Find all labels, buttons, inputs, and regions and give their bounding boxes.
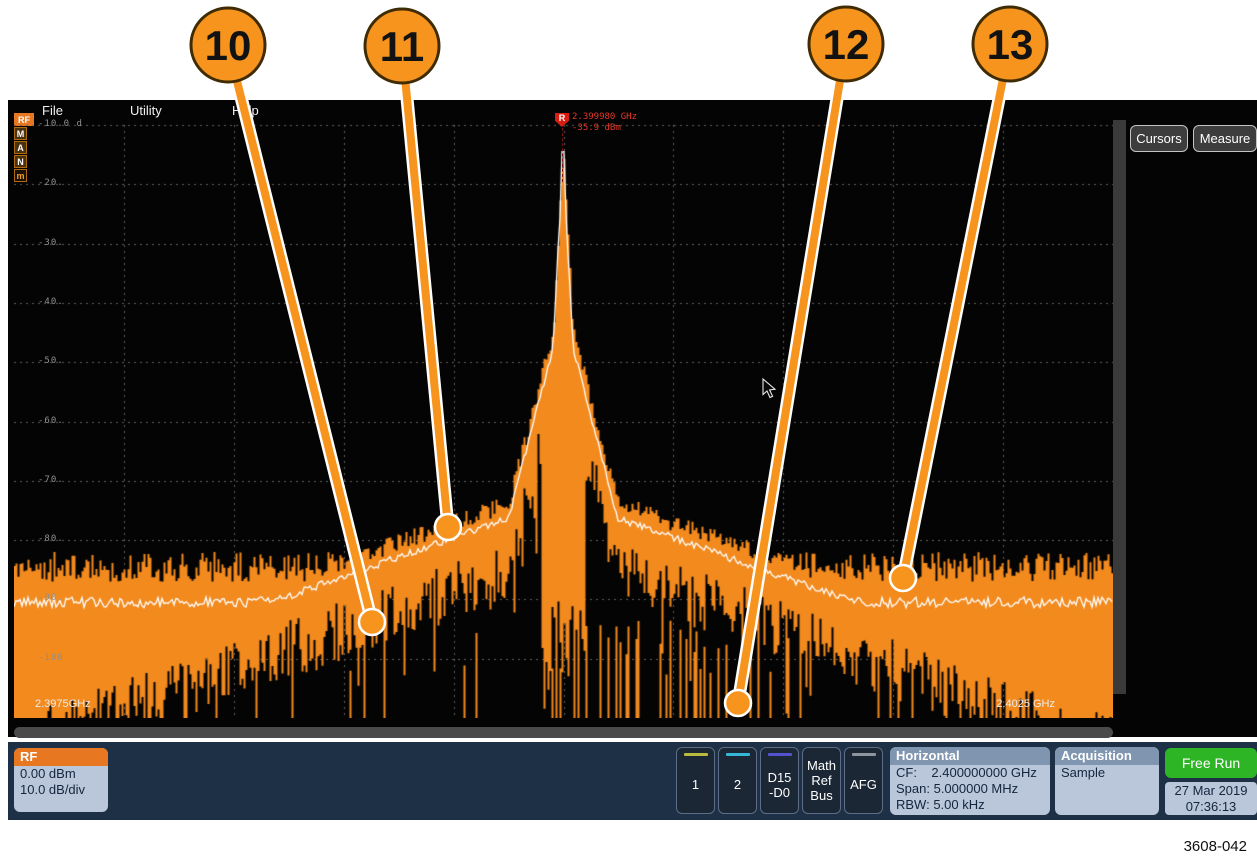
spectrum-canvas bbox=[14, 120, 1113, 718]
marker-readout: 2.399980 GHz -35.9 dBm bbox=[572, 112, 637, 134]
callout-number-12: 12 bbox=[823, 21, 870, 68]
y-axis-label: -10.0 d bbox=[38, 119, 83, 129]
y-axis-label: -60. bbox=[38, 416, 64, 426]
button-digital[interactable]: D15-D0 bbox=[760, 747, 799, 814]
callout-number-11: 11 bbox=[380, 23, 424, 70]
y-axis-label: -20. bbox=[38, 178, 64, 188]
rf-panel-title: RF bbox=[14, 748, 108, 766]
button-ch2[interactable]: 2 bbox=[718, 747, 757, 814]
mouse-cursor-icon bbox=[762, 378, 778, 399]
y-axis-label: -50. bbox=[38, 356, 64, 366]
button-ch1[interactable]: 1 bbox=[676, 747, 715, 814]
spectrum-graticule: -10.0 d -20. -30. -40. -50. -60. -70. -80. -90. -… bbox=[14, 120, 1113, 718]
channel-buttons: 12D15-D0MathRefBusAFG bbox=[676, 747, 883, 814]
y-axis-label: -70. bbox=[38, 475, 64, 485]
y-axis-label: -90. bbox=[38, 593, 64, 603]
rf-channel-panel[interactable]: RF 0.00 dBm 10.0 dB/div bbox=[14, 748, 108, 812]
rf-level: 0.00 dBm bbox=[14, 766, 108, 782]
marker-frequency: 2.399980 GHz bbox=[572, 112, 637, 122]
span: Span: 5.000000 MHz bbox=[890, 781, 1050, 797]
marker-level: -35.9 dBm bbox=[572, 123, 621, 133]
button-math-ref-bus[interactable]: MathRefBus bbox=[802, 747, 841, 814]
menu-file[interactable]: File bbox=[42, 103, 63, 118]
button-afg[interactable]: AFG bbox=[844, 747, 883, 814]
bottom-status-bar: RF 0.00 dBm 10.0 dB/div 12D15-D0MathRefB… bbox=[8, 742, 1257, 820]
horizontal-panel[interactable]: Horizontal CF: 2.400000000 GHz Span: 5.0… bbox=[890, 747, 1050, 815]
callout-number-13: 13 bbox=[987, 21, 1034, 68]
horizontal-panel-title: Horizontal bbox=[890, 747, 1050, 765]
callout-circle-12 bbox=[809, 7, 883, 81]
vertical-scrollbar[interactable] bbox=[1113, 120, 1126, 694]
y-axis-label: -80. bbox=[38, 534, 64, 544]
acquisition-panel[interactable]: Acquisition Sample bbox=[1055, 747, 1159, 815]
cursors-button[interactable]: Cursors bbox=[1130, 125, 1188, 152]
oscilloscope-screen: File Utility Help RFMANm -10.0 d-20.-30.… bbox=[8, 100, 1257, 737]
datetime-display: 27 Mar 201907:36:13 bbox=[1165, 782, 1257, 815]
acquisition-panel-title: Acquisition bbox=[1055, 747, 1159, 765]
y-axis-label: -30. bbox=[38, 238, 64, 248]
menu-help[interactable]: Help bbox=[232, 103, 259, 118]
center-frequency: CF: 2.400000000 GHz bbox=[890, 765, 1050, 781]
rbw: RBW: 5.00 kHz bbox=[890, 797, 1050, 813]
horizontal-scrollbar[interactable] bbox=[14, 727, 1113, 738]
callout-circle-13 bbox=[973, 7, 1047, 81]
callout-circle-10 bbox=[191, 8, 265, 82]
y-axis-label: -40. bbox=[38, 297, 64, 307]
rf-scale: 10.0 dB/div bbox=[14, 782, 108, 798]
acquisition-mode: Sample bbox=[1055, 765, 1159, 781]
callout-number-10: 10 bbox=[205, 22, 252, 69]
trace-indicator-icon bbox=[26, 698, 31, 708]
figure-number: 3608-042 bbox=[1184, 838, 1247, 855]
stop-frequency-label: 2.4025 GHz bbox=[996, 698, 1055, 710]
afg-label: AFG bbox=[845, 756, 882, 813]
menu-utility[interactable]: Utility bbox=[130, 103, 162, 118]
marker-reference-line bbox=[562, 128, 563, 182]
start-frequency-label: 2.3975GHz bbox=[26, 698, 91, 710]
digital-label: D15-D0 bbox=[761, 756, 798, 813]
callout-circle-11 bbox=[365, 9, 439, 83]
date-label: 27 Mar 2019 bbox=[1175, 783, 1248, 798]
measure-button[interactable]: Measure bbox=[1193, 125, 1257, 152]
y-axis-label: -100 bbox=[38, 653, 64, 663]
ch2-label: 2 bbox=[719, 756, 756, 813]
math-ref-bus-label: MathRefBus bbox=[803, 748, 840, 813]
ch1-label: 1 bbox=[677, 756, 714, 813]
run-state-button[interactable]: Free Run bbox=[1165, 748, 1257, 778]
time-label: 07:36:13 bbox=[1186, 799, 1237, 814]
